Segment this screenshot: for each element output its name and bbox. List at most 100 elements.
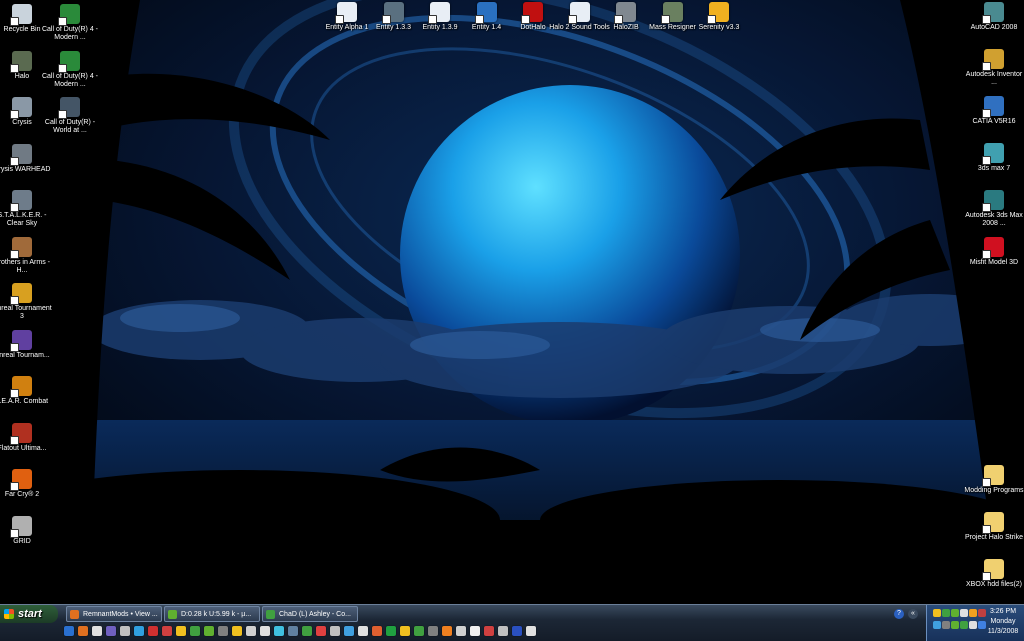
taskbar: start RemnantMods • View ... D:0.28 k U:…	[0, 604, 1024, 641]
quick-launch-icon[interactable]	[148, 626, 158, 636]
desktop-shortcut[interactable]: Call of Duty(R) 4 - Modern ...	[38, 50, 102, 89]
quick-launch-icon[interactable]	[442, 626, 452, 636]
quick-launch-icon[interactable]	[456, 626, 466, 636]
taskbar-button-utorrent[interactable]: D:0.28 k U:5.99 k - µ...	[164, 606, 260, 622]
tray-app-icon[interactable]	[951, 609, 959, 617]
quick-launch-icon[interactable]	[162, 626, 172, 636]
quick-launch-icon[interactable]	[288, 626, 298, 636]
quick-launch-icon[interactable]	[344, 626, 354, 636]
fear-combat-icon	[10, 376, 32, 398]
desktop-shortcut-label: F.E.A.R. Combat	[0, 398, 49, 405]
desktop-shortcut[interactable]: XBOX hdd files(2)	[962, 559, 1024, 589]
desktop-shortcut[interactable]: Autodesk 3ds Max 2008 ...	[962, 190, 1024, 228]
desktop-shortcut[interactable]: Serenity v3.3	[687, 2, 751, 32]
tray-app-icon[interactable]	[942, 621, 950, 629]
3ds-max-2008-icon	[982, 190, 1004, 212]
help-icon[interactable]: ?	[894, 609, 904, 619]
tray-app-icon[interactable]	[960, 621, 968, 629]
tray-app-icon[interactable]	[969, 609, 977, 617]
quick-launch-icon[interactable]	[512, 626, 522, 636]
quick-launch-icon[interactable]	[274, 626, 284, 636]
quick-launch-icon[interactable]	[414, 626, 424, 636]
entity-139-icon	[428, 2, 450, 24]
desktop-shortcut[interactable]: S.T.A.L.K.E.R. - Clear Sky	[0, 190, 54, 228]
tray-app-icon[interactable]	[933, 609, 941, 617]
desktop-shortcut[interactable]: Unreal Tournament 3	[0, 283, 54, 321]
desktop-shortcut-label: Modding Programs	[964, 487, 1024, 494]
clock-day: Monday	[990, 618, 1016, 625]
quick-launch-icon[interactable]	[386, 626, 396, 636]
desktop-shortcut[interactable]: Crysis WARHEAD	[0, 143, 54, 174]
folder-icon	[982, 559, 1004, 581]
recycle-bin-icon	[10, 4, 32, 26]
quick-launch-icon[interactable]	[78, 626, 88, 636]
desktop-shortcut[interactable]: Modding Programs	[962, 465, 1024, 495]
quick-launch-icon[interactable]	[316, 626, 326, 636]
tray-app-icon[interactable]	[942, 609, 950, 617]
tray-app-icon[interactable]	[933, 621, 941, 629]
desktop-shortcut-label: Autodesk 3ds Max 2008 ...	[965, 212, 1023, 227]
desktop-shortcut[interactable]: GRID	[0, 515, 54, 546]
desktop-shortcut[interactable]: Call of Duty(R) 4 - Modern ...	[38, 4, 102, 42]
quick-launch-icon[interactable]	[498, 626, 508, 636]
desktop-shortcut[interactable]: Unreal Tournam...	[0, 329, 54, 360]
quick-launch-icon[interactable]	[246, 626, 256, 636]
folder-icon	[982, 512, 1004, 534]
quick-launch-icon[interactable]	[190, 626, 200, 636]
taskbar-button-messenger[interactable]: ChaD (L) Ashley - Co...	[262, 606, 358, 622]
quick-launch-icon[interactable]	[330, 626, 340, 636]
misfit-model-3d-icon	[982, 237, 1004, 259]
tray-app-icon[interactable]	[969, 621, 977, 629]
quick-launch-icon[interactable]	[260, 626, 270, 636]
quick-launch-icon[interactable]	[92, 626, 102, 636]
unreal-tournament-3-icon	[10, 283, 32, 305]
desktop-shortcut-label: Far Cry® 2	[4, 491, 40, 498]
quick-launch-icon[interactable]	[358, 626, 368, 636]
stalker-icon	[10, 190, 32, 212]
desktop-shortcut[interactable]: CATIA V5R16	[962, 96, 1024, 126]
tray-app-icon[interactable]	[951, 621, 959, 629]
taskbar-button-firefox[interactable]: RemnantMods • View ...	[66, 606, 162, 622]
quick-launch-icon[interactable]	[372, 626, 382, 636]
quick-launch-icon[interactable]	[232, 626, 242, 636]
desktop-shortcut[interactable]: Misfit Model 3D	[962, 237, 1024, 267]
quick-launch-icon[interactable]	[176, 626, 186, 636]
desktop-shortcut[interactable]: Call of Duty(R) - World at ...	[38, 97, 102, 135]
quick-launch-icon[interactable]	[218, 626, 228, 636]
desktop-shortcut-label: Crysis WARHEAD	[0, 165, 51, 173]
catia-icon	[982, 96, 1004, 118]
quick-launch-icon[interactable]	[134, 626, 144, 636]
entity-14-icon	[474, 2, 497, 24]
tray-app-icon[interactable]	[960, 609, 968, 617]
clock[interactable]: 3:26 PM Monday 11/3/2008	[983, 607, 1023, 637]
desktop-shortcut[interactable]: Flatout Ultima...	[0, 422, 54, 453]
desktop-shortcut-label: AutoCAD 2008	[970, 24, 1018, 31]
quick-launch-icon[interactable]	[204, 626, 214, 636]
desktop-shortcut-label: Autodesk Inventor ...	[965, 71, 1023, 86]
desktop-shortcut-label: Call of Duty(R) - World at ...	[44, 119, 96, 134]
start-button[interactable]: start	[0, 605, 58, 623]
desktop-shortcut[interactable]: Autodesk Inventor ...	[962, 49, 1024, 87]
desktop-shortcut[interactable]: F.E.A.R. Combat	[0, 376, 54, 406]
quick-launch-icon[interactable]	[428, 626, 438, 636]
desktop-shortcut[interactable]: 3ds max 7	[962, 143, 1024, 173]
collapse-tray-icon[interactable]: «	[908, 609, 918, 619]
quick-launch-icon[interactable]	[400, 626, 410, 636]
quick-launch-icon[interactable]	[106, 626, 116, 636]
quick-launch-icon[interactable]	[470, 626, 480, 636]
desktop-shortcut[interactable]: Project Halo Strike	[962, 512, 1024, 542]
quick-launch-icon[interactable]	[526, 626, 536, 636]
quick-launch-icon[interactable]	[120, 626, 130, 636]
desktop-shortcut[interactable]: AutoCAD 2008	[962, 2, 1024, 32]
desktop-shortcut[interactable]: Far Cry® 2	[0, 469, 54, 499]
quick-launch-icon[interactable]	[484, 626, 494, 636]
crysis-icon	[10, 97, 32, 119]
desktop-shortcut-label: Flatout Ultima...	[0, 444, 47, 452]
clock-time: 3:26 PM	[989, 608, 1017, 615]
quick-launch-icon[interactable]	[302, 626, 312, 636]
quick-launch-icon[interactable]	[64, 626, 74, 636]
clock-date: 11/3/2008	[987, 628, 1019, 635]
desktop-shortcut[interactable]: Brothers in Arms - H...	[0, 236, 54, 275]
utorrent-icon	[168, 610, 177, 619]
call-of-duty-waw-icon	[58, 97, 80, 119]
